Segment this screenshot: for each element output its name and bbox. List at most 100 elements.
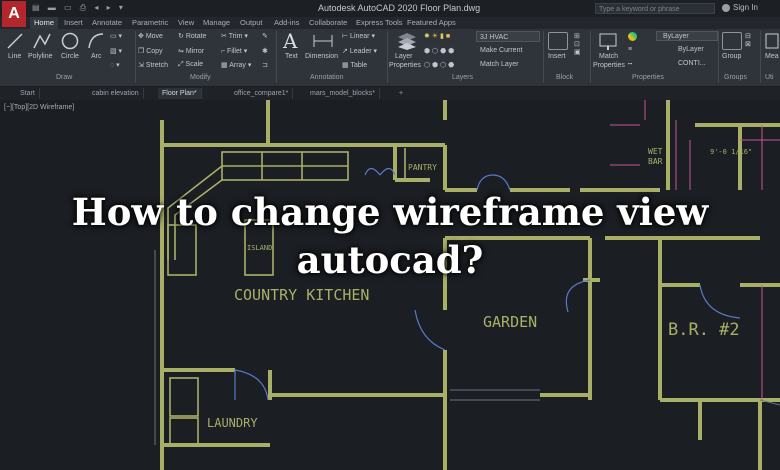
tab-home[interactable]: Home [30,17,59,29]
tab-insert[interactable]: Insert [64,17,83,29]
stretch-icon: ⇲ [138,62,146,69]
leader-icon: ↗ [342,48,350,55]
insert-block-icon [548,32,568,50]
table-button[interactable]: ▦ Table [342,61,367,69]
stretch-button[interactable]: ⇲ Stretch [138,61,168,69]
doc-tab-mars-model-blocks[interactable]: mars_model_blocks* [306,88,380,99]
headline-line-1: How to change wireframe view [71,190,709,234]
panel-block-label[interactable]: Block [556,74,573,81]
panel-layers-label[interactable]: Layers [452,74,473,81]
room-label-laundry: LAUNDRY [207,416,258,430]
move-button[interactable]: ✥ Move [138,32,163,40]
ribbon: Line Polyline Circle Arc ▭ ▾ ▧ ▾ ◌ ▾ Dra… [0,29,780,87]
dimension-tool-button[interactable]: Dimension [305,53,338,60]
circle-tool-button[interactable]: Circle [61,53,79,60]
layer-state-icons[interactable]: ✹ ☀ ▮ ■ [424,32,450,40]
array-icon: ▦ [221,62,230,69]
panel-draw-label[interactable]: Draw [56,74,72,81]
dimension-icon [313,35,333,47]
scale-button[interactable]: ⤢ Scale [178,61,203,69]
match-properties-icon [599,33,617,50]
block-tools-icons[interactable]: ⊞ ⊡ ▣ [574,32,581,56]
panel-separator [387,31,388,83]
drawing-viewport[interactable]: [−][Top][2D Wireframe] PANTRY ISLAND COU… [0,100,780,470]
layer-tools-icons[interactable]: ⬢ ⬡ ⬣ ⬢ [424,47,454,55]
doc-tab-cabin-elevation[interactable]: cabin elevation [88,88,144,99]
explode-icon[interactable]: ✱ [262,47,268,55]
autocad-logo-button[interactable]: A [2,1,26,27]
tab-manage[interactable]: Manage [203,17,230,29]
layer-properties-button[interactable]: Layer [395,53,413,60]
polyline-icon [33,33,51,49]
new-tab-button[interactable]: + [395,88,407,99]
room-label-wet: WET [648,147,663,156]
room-label-bar: BAR [648,157,663,166]
tab-collaborate[interactable]: Collaborate [309,17,347,29]
panel-groups-label[interactable]: Groups [724,74,747,81]
arc-tool-button[interactable]: Arc [91,53,102,60]
dimension-note: 9'-0 1/16" [710,148,752,156]
tab-annotate[interactable]: Annotate [92,17,122,29]
panel-annotation-label[interactable]: Annotation [310,74,343,81]
trim-button[interactable]: ✂ Trim ▾ [221,32,248,40]
user-icon [722,3,730,12]
ribbon-tab-bar: Home Insert Annotate Parametric View Man… [0,17,780,29]
panel-utilities-label[interactable]: Uti [765,74,774,81]
tab-featured-apps[interactable]: Featured Apps [407,17,456,29]
rotate-icon: ↻ [178,33,186,40]
layer-dropdown[interactable]: 3J HVAC [476,31,540,42]
insert-block-button[interactable]: Insert [548,53,566,60]
doc-tab-start[interactable]: Start [16,88,40,99]
room-label-br2: B.R. #2 [668,320,740,340]
linear-button[interactable]: ⊢ Linear ▾ [342,32,375,40]
rectangle-icon[interactable]: ▭ ▾ [110,32,122,40]
viewport-controls-label[interactable]: [−][Top][2D Wireframe] [4,104,74,111]
array-button[interactable]: ▦ Array ▾ [221,61,251,69]
tab-output[interactable]: Output [240,17,263,29]
line-icon [7,33,23,49]
leader-button[interactable]: ↗ Leader ▾ [342,47,377,55]
panel-modify-label[interactable]: Modify [190,74,211,81]
panel-separator [135,31,136,83]
tab-view[interactable]: View [178,17,194,29]
layer-properties-icon [398,33,416,50]
erase-icon[interactable]: ✎ [262,32,268,40]
draw-more-icon[interactable]: ◌ ▾ [110,61,120,69]
panel-separator [543,31,544,83]
color-dropdown[interactable]: ByLayer [656,31,718,41]
line-tool-button[interactable]: Line [8,53,21,60]
room-label-pantry: PANTRY [408,163,437,172]
hatch-icon[interactable]: ▧ ▾ [110,47,122,55]
mirror-button[interactable]: ⇋ Mirror [178,47,204,55]
tab-parametric[interactable]: Parametric [132,17,168,29]
copy-button[interactable]: ❐ Copy [138,47,163,55]
sign-in-button[interactable]: Sign In [722,3,758,12]
copy-icon: ❐ [138,48,147,55]
polyline-tool-button[interactable]: Polyline [28,53,53,60]
layer-tools-icons-2[interactable]: ⬡ ⬢ ⬡ ⬣ [424,61,454,69]
search-input[interactable]: Type a keyword or phrase [595,3,715,14]
window-title: Autodesk AutoCAD 2020 Floor Plan.dwg [318,3,481,13]
lineweight-dropdown[interactable]: ByLayer [678,46,704,53]
text-tool-button[interactable]: Text [285,53,298,60]
doc-tab-floor-plan[interactable]: Floor Plan* [158,88,202,99]
doc-tab-office-compare[interactable]: office_compare1* [230,88,294,99]
scale-icon: ⤢ [178,61,186,68]
group-button[interactable]: Group [722,53,741,60]
group-tools-icons[interactable]: ⊟ ⊠ [745,32,751,48]
tab-express-tools[interactable]: Express Tools [356,17,403,29]
title-bar: A ▤ ▬ ▭ ⎙ ◂ ▸ ▾ Autodesk AutoCAD 2020 Fl… [0,0,780,27]
match-layer-button[interactable]: Match Layer [480,61,519,68]
measure-button[interactable]: Mea [765,53,779,60]
tab-add-ins[interactable]: Add-ins [274,17,299,29]
quick-access-toolbar[interactable]: ▤ ▬ ▭ ⎙ ◂ ▸ ▾ [32,3,126,13]
rotate-button[interactable]: ↻ Rotate [178,32,206,40]
layer-properties-label-2: Properties [389,62,421,69]
match-properties-button[interactable]: Match [599,53,618,60]
panel-separator [718,31,719,83]
panel-properties-label[interactable]: Properties [632,74,664,81]
offset-icon[interactable]: ⊐ [262,61,268,69]
fillet-button[interactable]: ⌐ Fillet ▾ [221,47,247,55]
make-current-button[interactable]: Make Current [480,47,522,54]
linetype-dropdown[interactable]: CONTI... [678,60,706,67]
